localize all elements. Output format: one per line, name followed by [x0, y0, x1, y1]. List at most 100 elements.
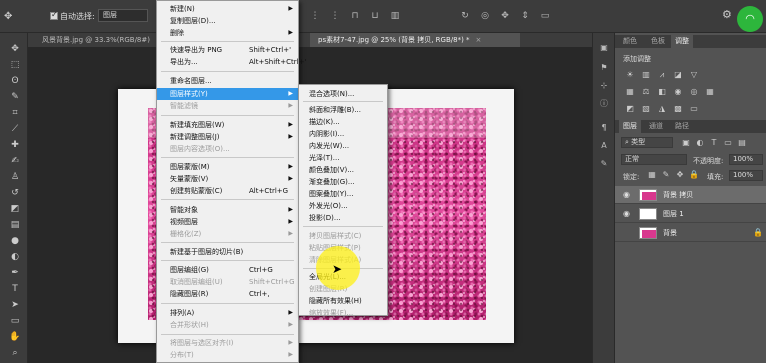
history-panel-icon[interactable]: ▣ [599, 43, 609, 53]
menu-item-inner-glow[interactable]: 内发光(W)... [299, 140, 387, 152]
menu-item-inner-shadow[interactable]: 内阴影(I)... [299, 128, 387, 140]
align-middle-icon[interactable]: ⊔ [370, 11, 380, 21]
crop-tool-icon[interactable]: ⌗ [9, 107, 21, 119]
filter-pixel-icon[interactable]: ▣ [681, 138, 691, 148]
filter-smart-icon[interactable]: ▤ [737, 138, 747, 148]
tab-channels[interactable]: 通道 [645, 120, 667, 133]
layer-row[interactable]: 背景 🔒 [615, 224, 766, 242]
opacity-input[interactable]: 100% [729, 154, 763, 165]
distribute-2-icon[interactable]: ⋮ [330, 11, 340, 21]
blend-mode-dropdown[interactable]: 正常 [621, 154, 687, 165]
clone-stamp-tool-icon[interactable]: ♙ [9, 171, 21, 183]
move-tool-icon[interactable]: ✥ [9, 43, 21, 55]
move-tool-icon[interactable]: ✥ [4, 11, 22, 22]
menu-item-bevel-emboss[interactable]: 斜面和浮雕(B)... [299, 104, 387, 116]
3d-slide-icon[interactable]: ⇕ [520, 11, 530, 21]
lock-transparent-icon[interactable]: ▦ [647, 170, 657, 180]
menu-item-outer-glow[interactable]: 外发光(O)... [299, 200, 387, 212]
menu-item-gradient-overlay[interactable]: 渐变叠加(G)... [299, 176, 387, 188]
color-balance-icon[interactable]: ⚖ [641, 87, 651, 97]
menu-item-duplicate-layer[interactable]: 复制图层(D)... [157, 15, 298, 27]
vibrance-icon[interactable]: ▽ [689, 70, 699, 80]
close-icon[interactable]: × [476, 36, 482, 44]
filter-type-icon[interactable]: T [709, 138, 719, 148]
healing-brush-tool-icon[interactable]: ✚ [9, 139, 21, 151]
menu-item-layer-style[interactable]: 图层样式(Y) ▶ [157, 88, 298, 100]
pen-tool-icon[interactable]: ✒ [9, 267, 21, 279]
wifi-icon[interactable]: ◠ [737, 6, 763, 32]
menu-item-video-layers[interactable]: 视频图层 ▶ [157, 216, 298, 228]
menu-item-hide-all-effects[interactable]: 隐藏所有效果(H) [299, 295, 387, 307]
gradient-map-icon[interactable]: ▭ [689, 104, 699, 114]
menu-item-copy-layer-style[interactable]: 拷贝图层样式(C) [299, 230, 387, 242]
menu-item-smart-filter[interactable]: 智能滤镜 ▶ [157, 100, 298, 112]
menu-item-scale-effects[interactable]: 缩放效果(F)... [299, 307, 387, 319]
gear-icon[interactable]: ⚙ [722, 9, 734, 21]
brightness-icon[interactable]: ☀ [625, 70, 635, 80]
menu-item-hide-layers[interactable]: 隐藏图层(R) Ctrl+, [157, 288, 298, 300]
filter-adjust-icon[interactable]: ◐ [695, 138, 705, 148]
adjust-panel-icon[interactable]: ⊹ [599, 81, 609, 91]
threshold-icon[interactable]: ◮ [657, 104, 667, 114]
type-tool-icon[interactable]: T [9, 283, 21, 295]
shape-tool-icon[interactable]: ▭ [9, 315, 21, 327]
lock-image-icon[interactable]: ✎ [661, 170, 671, 180]
eye-icon[interactable]: ◉ [623, 209, 630, 218]
layer-row[interactable]: ◉ 图层 1 [615, 205, 766, 223]
history-brush-tool-icon[interactable]: ↺ [9, 187, 21, 199]
layer-name[interactable]: 背景 [663, 224, 677, 242]
menu-item-color-overlay[interactable]: 颜色叠加(V)... [299, 164, 387, 176]
align-top-icon[interactable]: ⊓ [350, 11, 360, 21]
3d-orbit-icon[interactable]: ↻ [460, 11, 470, 21]
color-lookup-icon[interactable]: ▦ [705, 87, 715, 97]
menu-item-group-layers[interactable]: 图层编组(G) Ctrl+G [157, 264, 298, 276]
menu-item-new-fill-layer[interactable]: 新建填充图层(W) ▶ [157, 119, 298, 131]
auto-select-checkbox[interactable] [50, 10, 58, 20]
lock-position-icon[interactable]: ✥ [675, 170, 685, 180]
menu-item-export-as[interactable]: 导出为... Alt+Shift+Ctrl+' [157, 56, 306, 68]
menu-item-ungroup-layers[interactable]: 取消图层编组(U) Shift+Ctrl+G [157, 276, 298, 288]
auto-select-dropdown[interactable]: 图层 [98, 9, 148, 22]
menu-item-align-to-selection[interactable]: 将图层与选区对齐(I) ▶ [157, 337, 298, 349]
lasso-tool-icon[interactable]: ʘ [9, 75, 21, 87]
layer-row[interactable]: ◉ 背景 拷贝 [615, 186, 766, 204]
invert-icon[interactable]: ◩ [625, 104, 635, 114]
menu-item-delete[interactable]: 删除 ▶ [157, 27, 298, 39]
menu-item-arrange[interactable]: 排列(A) ▶ [157, 307, 298, 319]
auto-align-icon[interactable]: ▥ [390, 11, 400, 21]
filter-shape-icon[interactable]: ▭ [723, 138, 733, 148]
selective-color-icon[interactable]: ▩ [673, 104, 683, 114]
eraser-tool-icon[interactable]: ◩ [9, 203, 21, 215]
blur-tool-icon[interactable]: ● [9, 235, 21, 247]
tab-ps-material[interactable]: ps素材7-47.jpg @ 25% (背景 拷贝, RGB/8*) * × [310, 33, 520, 47]
tab-color[interactable]: 颜色 [619, 35, 641, 48]
tab-swatches[interactable]: 色板 [647, 35, 669, 48]
menu-item-vector-mask[interactable]: 矢量蒙版(V) ▶ [157, 173, 298, 185]
photo-filter-icon[interactable]: ◉ [673, 87, 683, 97]
menu-item-layer-mask[interactable]: 图层蒙版(M) ▶ [157, 161, 298, 173]
layer-kind-filter[interactable]: ⌕ 类型 [621, 137, 673, 148]
black-white-icon[interactable]: ◧ [657, 87, 667, 97]
menu-item-satin[interactable]: 光泽(T)... [299, 152, 387, 164]
tab-landscape-background[interactable]: 风景背景.jpg @ 33.3%(RGB/8#)× [34, 33, 174, 47]
menu-item-new-layer-based-slice[interactable]: 新建基于图层的切片(B) [157, 246, 298, 258]
fill-input[interactable]: 100% [729, 170, 763, 181]
channel-mixer-icon[interactable]: ◎ [689, 87, 699, 97]
exposure-icon[interactable]: ◪ [673, 70, 683, 80]
menu-item-combine-shapes[interactable]: 合并形状(H) ▶ [157, 319, 298, 331]
posterize-icon[interactable]: ▧ [641, 104, 651, 114]
tab-paths[interactable]: 路径 [671, 120, 693, 133]
lock-all-icon[interactable]: 🔒 [689, 170, 699, 180]
brush-tool-icon[interactable]: ✍ [9, 155, 21, 167]
menu-item-distribute[interactable]: 分布(T) ▶ [157, 349, 298, 361]
menu-item-smart-object[interactable]: 智能对象 ▶ [157, 204, 298, 216]
properties-panel-icon[interactable]: ⚑ [599, 63, 609, 73]
character-panel-icon[interactable]: A [599, 141, 609, 151]
quick-select-tool-icon[interactable]: ✎ [9, 91, 21, 103]
info-panel-icon[interactable]: ⓘ [599, 99, 609, 109]
menu-item-rasterize[interactable]: 栅格化(Z) ▶ [157, 228, 298, 240]
menu-item-blending-options[interactable]: 混合选项(N)... [299, 88, 387, 100]
menu-item-create-clipping-mask[interactable]: 创建剪贴蒙版(C) Alt+Ctrl+G [157, 185, 298, 197]
hue-saturation-icon[interactable]: ▦ [625, 87, 635, 97]
hand-tool-icon[interactable]: ✋ [9, 331, 21, 343]
